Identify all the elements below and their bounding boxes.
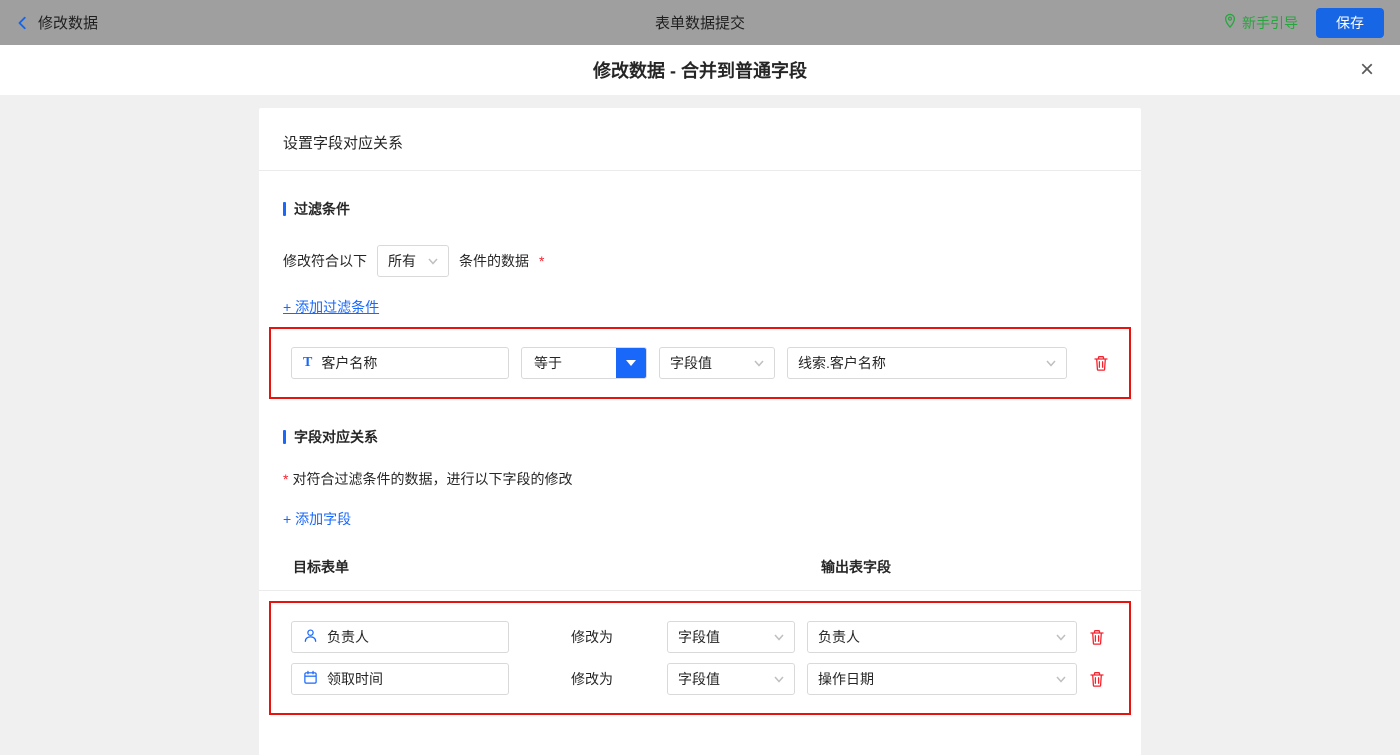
mapping-row: 领取时间 修改为 字段值 操作日期	[291, 663, 1109, 695]
person-icon	[303, 628, 318, 646]
value-type: 字段值	[678, 671, 720, 687]
condition-prefix: 修改符合以下	[283, 253, 367, 269]
filter-value-type-select[interactable]: 字段值	[659, 347, 775, 379]
target-field-input[interactable]: 领取时间	[291, 663, 509, 695]
operator-value: 等于	[534, 355, 562, 371]
value-type-select[interactable]: 字段值	[667, 663, 795, 695]
condition-mode-select[interactable]: 所有	[377, 245, 449, 277]
settings-card: 设置字段对应关系 过滤条件 修改符合以下 所有 条件的数据 * + 添加过滤条件…	[259, 108, 1141, 755]
top-bar: 修改数据 表单数据提交 新手引导 保存	[0, 0, 1400, 45]
filter-section-label: 过滤条件	[294, 201, 350, 217]
annotation-box-mapping: 负责人 修改为 字段值 负责人 领取时间 修改为 字段值 操作日期	[269, 601, 1131, 715]
mapping-rows: 负责人 修改为 字段值 负责人 领取时间 修改为 字段值 操作日期	[291, 621, 1109, 695]
output-field-value: 负责人	[818, 629, 860, 645]
column-divider	[259, 590, 1141, 591]
delete-mapping-icon[interactable]	[1089, 671, 1105, 688]
mapping-row: 负责人 修改为 字段值 负责人	[291, 621, 1109, 653]
filter-field-input[interactable]: T 客户名称	[291, 347, 509, 379]
chevron-down-icon	[1056, 676, 1066, 683]
target-field-value: 负责人	[327, 629, 369, 645]
guide-pin-icon	[1223, 13, 1237, 32]
back-label[interactable]: 修改数据	[38, 12, 98, 33]
target-field-value: 领取时间	[327, 671, 383, 687]
output-field-select[interactable]: 操作日期	[807, 663, 1077, 695]
chevron-down-icon	[1046, 360, 1056, 367]
mapping-description-text: 对符合过滤条件的数据，进行以下字段的修改	[292, 471, 573, 487]
filter-section-title: 过滤条件	[283, 199, 1117, 219]
modal-title: 修改数据 - 合并到普通字段	[593, 61, 807, 81]
condition-suffix: 条件的数据	[459, 253, 529, 269]
add-field-link[interactable]: + 添加字段	[283, 509, 351, 529]
guide-link[interactable]: 新手引导	[1223, 13, 1298, 33]
caret-down-icon	[626, 360, 636, 366]
filter-value-type: 字段值	[670, 355, 712, 371]
filter-field-value: 客户名称	[321, 355, 378, 371]
calendar-icon	[303, 670, 318, 688]
delete-mapping-icon[interactable]	[1089, 629, 1105, 646]
mapping-section-title: 字段对应关系	[283, 427, 1117, 447]
target-field-input[interactable]: 负责人	[291, 621, 509, 653]
required-mark: *	[539, 253, 545, 269]
modal-body: 设置字段对应关系 过滤条件 修改符合以下 所有 条件的数据 * + 添加过滤条件…	[0, 95, 1400, 755]
save-button[interactable]: 保存	[1316, 7, 1384, 38]
mapping-column-headers: 目标表单 输出表字段	[283, 557, 1117, 577]
column-output-field: 输出表字段	[821, 559, 891, 575]
operator-dropdown-button[interactable]	[616, 348, 646, 378]
value-type-select[interactable]: 字段值	[667, 621, 795, 653]
column-target-form: 目标表单	[293, 559, 349, 575]
card-title: 设置字段对应关系	[259, 108, 1141, 171]
action-label: 修改为	[571, 629, 613, 645]
close-icon[interactable]: ×	[1360, 58, 1374, 82]
output-field-select[interactable]: 负责人	[807, 621, 1077, 653]
guide-label: 新手引导	[1242, 14, 1298, 31]
mapping-section-label: 字段对应关系	[294, 429, 378, 445]
chevron-down-icon	[754, 360, 764, 367]
filter-value-select[interactable]: 线索.客户名称	[787, 347, 1067, 379]
operator-select[interactable]: 等于	[521, 347, 647, 379]
topbar-actions: 新手引导 保存	[1223, 7, 1384, 38]
output-field-value: 操作日期	[818, 671, 874, 687]
filter-value: 线索.客户名称	[798, 355, 886, 371]
required-mark: *	[283, 471, 289, 487]
add-filter-condition-link[interactable]: + 添加过滤条件	[283, 297, 379, 317]
modal-header: 修改数据 - 合并到普通字段 ×	[0, 45, 1400, 95]
annotation-box-filter: T 客户名称 等于 字段值 线索.客户名称	[269, 327, 1131, 399]
screen: 修改数据 表单数据提交 新手引导 保存 修改数据 - 合并到普通字段 × 设置字…	[0, 0, 1400, 755]
filter-condition-row: T 客户名称 等于 字段值 线索.客户名称	[291, 347, 1109, 379]
section-accent-bar	[283, 202, 286, 216]
delete-filter-icon[interactable]	[1093, 355, 1109, 372]
page-title: 表单数据提交	[654, 15, 746, 32]
value-type: 字段值	[678, 629, 720, 645]
card-body: 过滤条件 修改符合以下 所有 条件的数据 * + 添加过滤条件 T 客户名称 等…	[259, 199, 1141, 715]
chevron-down-icon	[774, 634, 784, 641]
section-accent-bar	[283, 430, 286, 444]
back-button[interactable]: 修改数据	[16, 12, 98, 33]
chevron-down-icon	[1056, 634, 1066, 641]
action-label: 修改为	[571, 671, 613, 687]
chevron-down-icon	[428, 258, 438, 265]
text-field-icon: T	[303, 355, 313, 370]
condition-row: 修改符合以下 所有 条件的数据 *	[283, 245, 1117, 277]
condition-mode-value: 所有	[388, 253, 416, 269]
mapping-description: * 对符合过滤条件的数据，进行以下字段的修改	[283, 469, 1117, 489]
chevron-down-icon	[774, 676, 784, 683]
chevron-left-icon[interactable]	[16, 16, 30, 30]
